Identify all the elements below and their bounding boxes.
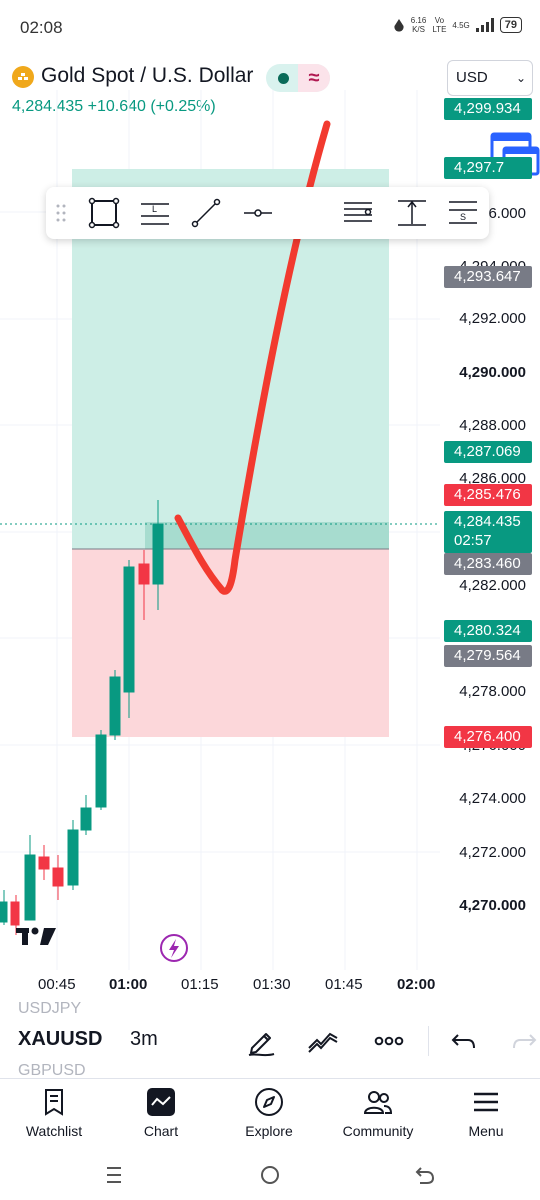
lightning-icon[interactable]	[160, 934, 188, 962]
trend-line-tool-icon[interactable]	[190, 197, 222, 229]
axis-label: 4,270.000	[459, 897, 526, 914]
nav-menu[interactable]: Menu	[436, 1087, 536, 1139]
time-label: 01:45	[325, 976, 363, 993]
pencil-icon[interactable]	[244, 1024, 278, 1058]
prev-symbol[interactable]: USDJPY	[18, 1000, 81, 1018]
price-tag-gray-low[interactable]: 4,279.564	[444, 645, 532, 667]
axis-label: 4,288.000	[459, 417, 526, 434]
battery-icon: 79	[499, 17, 522, 33]
axis-label: 4,292.000	[459, 310, 526, 327]
nav-watchlist[interactable]: Watchlist	[4, 1087, 104, 1139]
nav-label: Menu	[468, 1123, 504, 1139]
svg-text:S: S	[460, 212, 466, 222]
wave-icon: ≈	[298, 64, 330, 92]
price-tag-entry[interactable]: 4,283.460	[444, 553, 532, 575]
status-indicators: 6.16 K/S Vo LTE 4.5G 79	[393, 16, 522, 34]
current-price-tag[interactable]: 4,284.435 02:57	[444, 511, 532, 553]
speed-unit: K/S	[412, 25, 425, 34]
nav-label: Explore	[245, 1123, 293, 1139]
home-icon[interactable]	[257, 1162, 283, 1188]
nav-label: Community	[342, 1123, 414, 1139]
active-symbol[interactable]: XAUUSD	[18, 1028, 102, 1051]
system-nav	[0, 1150, 540, 1200]
status-time: 02:08	[20, 18, 63, 37]
grip-icon[interactable]	[56, 203, 66, 223]
price-tag-second[interactable]: 4,297.7	[444, 157, 532, 179]
nav-explore[interactable]: Explore	[219, 1087, 319, 1139]
signal-icon	[475, 18, 494, 32]
price-tag-green-mid[interactable]: 4,287.069	[444, 441, 532, 463]
community-icon	[363, 1091, 393, 1114]
symbol-title[interactable]: Gold Spot / U.S. Dollar	[41, 64, 253, 88]
rectangle-tool-icon[interactable]	[88, 197, 120, 229]
redo-icon[interactable]	[508, 1024, 540, 1058]
axis-label: 4,274.000	[459, 790, 526, 807]
time-label: 01:15	[181, 976, 219, 993]
speed-value: 6.16	[410, 16, 427, 25]
network-speed: 6.16 K/S	[411, 16, 427, 34]
price-tag-red-mid[interactable]: 4,285.476	[444, 484, 532, 506]
tradingview-logo[interactable]	[16, 927, 56, 946]
axis-label: 4,272.000	[459, 844, 526, 861]
data-saver-icon	[394, 19, 404, 32]
price-range-tool-icon[interactable]	[396, 197, 428, 229]
chevron-down-icon: ⌄	[515, 71, 526, 85]
currency-value: USD	[456, 69, 488, 86]
interval-button[interactable]: 3m	[130, 1028, 158, 1051]
lines-settings-icon[interactable]	[342, 197, 374, 229]
price-tag-stop[interactable]: 4,276.400	[444, 726, 532, 748]
time-label: 01:00	[109, 976, 148, 993]
network-type: 4.5G	[452, 20, 470, 30]
bottom-nav: Watchlist Chart Explore Community Menu	[0, 1078, 540, 1150]
menu-icon	[474, 1092, 498, 1112]
long-position-tool-icon[interactable]: L	[139, 197, 171, 229]
nav-label: Watchlist	[25, 1123, 83, 1139]
axis-label: 4,290.000	[459, 364, 526, 381]
compass-icon	[255, 1088, 283, 1116]
nav-label: Chart	[143, 1123, 179, 1139]
more-icon[interactable]	[372, 1024, 406, 1058]
market-status-pill[interactable]: ≈	[266, 64, 330, 92]
time-label: 00:45	[38, 976, 76, 993]
recent-apps-icon[interactable]	[101, 1162, 127, 1188]
axis-label: 4,278.000	[459, 683, 526, 700]
market-open-dot	[278, 72, 289, 84]
divider	[428, 1026, 429, 1056]
axis-label: 4,282.000	[459, 577, 526, 594]
volte-top: Vo	[434, 16, 445, 25]
gold-icon[interactable]	[12, 66, 34, 88]
watchlist-icon	[45, 1089, 63, 1116]
price-tag-gray-upper[interactable]: 4,293.647	[444, 266, 532, 288]
time-label: 01:30	[253, 976, 291, 993]
volte-indicator: Vo LTE	[432, 16, 446, 34]
drawing-toolbar: L S	[46, 187, 489, 239]
status-bar: 02:08 6.16 K/S Vo LTE 4.5G 79	[0, 0, 540, 56]
time-label: 02:00	[397, 976, 436, 993]
nav-community[interactable]: Community	[328, 1087, 428, 1139]
horizontal-ray-tool-icon[interactable]	[242, 197, 274, 229]
nav-chart[interactable]: Chart	[111, 1087, 211, 1139]
current-price: 4,284.435	[454, 513, 521, 530]
price-tag-top[interactable]: 4,299.934	[444, 98, 532, 120]
indicators-icon[interactable]	[306, 1024, 340, 1058]
chart-icon	[147, 1088, 175, 1116]
svg-text:L: L	[152, 204, 157, 214]
volte-bottom: LTE	[432, 25, 447, 34]
time-axis[interactable]: 00:45 01:00 01:15 01:30 01:45 02:00	[0, 970, 540, 1000]
symbol-bar: USDJPY XAUUSD 3m GBPUSD	[0, 1000, 540, 1079]
price-tag-green-low[interactable]: 4,280.324	[444, 620, 532, 642]
short-position-tool-icon[interactable]: S	[447, 197, 479, 229]
back-icon[interactable]	[412, 1162, 438, 1188]
bar-countdown: 02:57	[454, 532, 492, 549]
undo-icon[interactable]	[446, 1024, 480, 1058]
